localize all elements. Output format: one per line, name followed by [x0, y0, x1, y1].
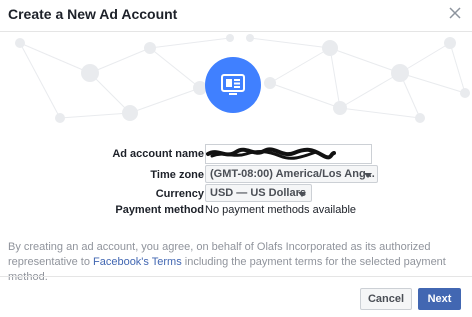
currency-value: USD — US Dollars — [210, 187, 306, 199]
dialog-footer: Cancel Next — [0, 276, 472, 317]
time-zone-label: Time zone — [150, 169, 204, 181]
ad-account-name-row: Ad account name — [0, 144, 472, 164]
ad-account-icon — [205, 57, 261, 113]
time-zone-value: (GMT-08:00) America/Los Ang... — [210, 168, 375, 180]
payment-method-row: Payment method No payment methods availa… — [0, 200, 472, 220]
time-zone-select[interactable]: (GMT-08:00) America/Los Ang... — [205, 165, 378, 183]
next-button[interactable]: Next — [418, 288, 461, 310]
time-zone-row: Time zone (GMT-08:00) America/Los Ang... — [0, 165, 472, 185]
payment-method-label: Payment method — [115, 204, 204, 216]
ad-account-name-input[interactable] — [205, 144, 372, 164]
chevron-down-icon — [364, 173, 372, 178]
cancel-button[interactable]: Cancel — [360, 288, 412, 310]
ad-account-name-label: Ad account name — [112, 148, 204, 160]
payment-method-value: No payment methods available — [205, 204, 357, 216]
dialog-header: Create a New Ad Account — [0, 0, 472, 32]
close-icon[interactable] — [448, 6, 462, 20]
hero-banner — [0, 33, 472, 128]
redaction-scribble — [206, 147, 336, 160]
dialog-title: Create a New Ad Account — [8, 6, 178, 22]
chevron-down-icon — [298, 192, 306, 197]
currency-label: Currency — [155, 188, 204, 200]
facebook-terms-link[interactable]: Facebook's Terms — [93, 256, 182, 268]
create-ad-account-dialog: Create a New Ad Account Ad account name … — [0, 0, 472, 317]
